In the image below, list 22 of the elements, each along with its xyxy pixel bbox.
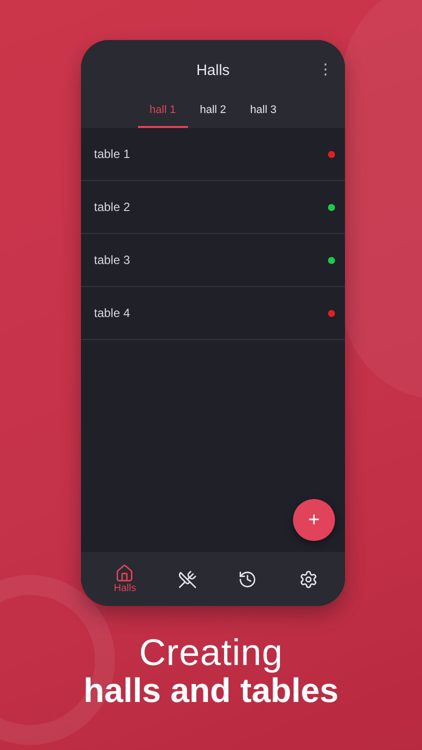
nav-item[interactable] xyxy=(238,570,258,588)
table-name: table 2 xyxy=(94,200,130,214)
table-row[interactable]: table 3 xyxy=(81,234,345,287)
menu-button[interactable]: ⋮ xyxy=(314,62,337,77)
caption-heading: Creating xyxy=(139,632,283,674)
add-button[interactable]: + xyxy=(293,499,335,541)
house-icon xyxy=(115,564,134,583)
table-row[interactable]: table 4 xyxy=(81,287,345,340)
table-name: table 3 xyxy=(94,253,130,267)
nav-item[interactable] xyxy=(178,570,197,588)
table-row[interactable]: table 2 xyxy=(81,181,345,234)
table-name: table 4 xyxy=(94,306,130,320)
table-name: table 1 xyxy=(94,147,130,161)
settings-icon xyxy=(299,570,318,588)
screen-title: Halls xyxy=(196,62,230,78)
utensils-icon xyxy=(178,570,197,588)
caption-subheading: halls and tables xyxy=(83,672,339,711)
hall-tab[interactable]: hall 3 xyxy=(238,100,288,128)
table-row[interactable]: table 1 xyxy=(81,128,345,181)
hall-tab[interactable]: hall 2 xyxy=(188,100,238,128)
history-icon xyxy=(238,570,258,588)
nav-item[interactable] xyxy=(299,570,318,588)
